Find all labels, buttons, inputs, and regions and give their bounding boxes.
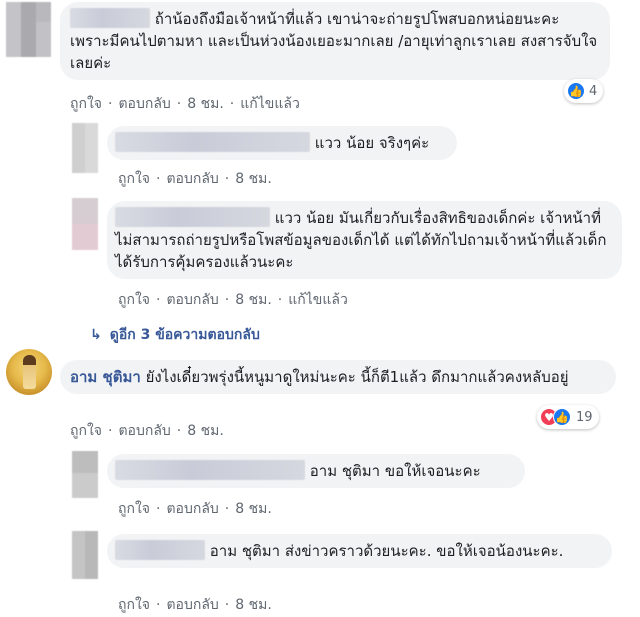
- comment-actions: ถูกใจ · ตอบกลับ · 8 ชม.: [118, 171, 272, 187]
- like-link[interactable]: ถูกใจ: [118, 597, 150, 613]
- blurred-author-name[interactable]: [115, 132, 310, 152]
- avatar[interactable]: [72, 198, 98, 250]
- reaction-summary[interactable]: 👍 4: [564, 79, 604, 103]
- timestamp[interactable]: 8 ชม.: [235, 292, 272, 308]
- like-link[interactable]: ถูกใจ: [70, 423, 102, 439]
- blurred-author-name[interactable]: [115, 460, 305, 480]
- more-replies-label: ดูอีก 3 ข้อความตอบกลับ: [109, 327, 260, 343]
- comment-actions: ถูกใจ · ตอบกลับ · 8 ชม. · แก้ไขแล้ว: [118, 292, 348, 308]
- thumbs-up-icon: 👍: [553, 408, 571, 426]
- reply-link[interactable]: ตอบกลับ: [118, 423, 170, 439]
- reply-link[interactable]: ตอบกลับ: [118, 96, 170, 112]
- avatar[interactable]: [72, 531, 98, 579]
- reaction-count[interactable]: 19: [576, 410, 593, 425]
- like-link[interactable]: ถูกใจ: [118, 501, 150, 517]
- avatar[interactable]: [6, 2, 51, 57]
- author-name[interactable]: อาม ชุติมา: [70, 368, 141, 386]
- comment-text: ยังไงเดี๋ยวพรุ่งนี้หนูมาดูใหม่นะคะ นี้ก็…: [145, 368, 569, 386]
- blurred-author-name[interactable]: [115, 540, 205, 560]
- comment-bubble: อาม ชุติมา ยังไงเดี๋ยวพรุ่งนี้หนูมาดูใหม…: [60, 360, 616, 394]
- comment-bubble: แวว น้อย จริงๆค่ะ: [107, 126, 457, 160]
- reply-link[interactable]: ตอบกลับ: [166, 292, 218, 308]
- comment-text: แวว น้อย จริงๆค่ะ: [314, 134, 430, 152]
- reply-link[interactable]: ตอบกลับ: [166, 597, 218, 613]
- timestamp[interactable]: 8 ชม.: [235, 501, 272, 517]
- comment-text: อาม ชุติมา ส่งข่าวคราวด้วยนะคะ. ขอให้เจอ…: [209, 542, 564, 560]
- reply-link[interactable]: ตอบกลับ: [166, 501, 218, 517]
- comment-actions: ถูกใจ · ตอบกลับ · 8 ชม. · แก้ไขแล้ว: [70, 96, 300, 112]
- comment-bubble: แวว น้อย มันเกี่ยวกับเรื่องสิทธิของเด็กค…: [107, 201, 622, 279]
- view-more-replies[interactable]: ↳ ดูอีก 3 ข้อความตอบกลับ: [90, 324, 260, 346]
- comment-bubble: อาม ชุติมา ขอให้เจอนะคะ: [107, 454, 525, 488]
- edited-link[interactable]: แก้ไขแล้ว: [288, 292, 348, 308]
- reaction-count: 4: [589, 83, 598, 99]
- like-link[interactable]: ถูกใจ: [118, 292, 150, 308]
- like-link[interactable]: ถูกใจ: [70, 96, 102, 112]
- timestamp[interactable]: 8 ชม.: [235, 597, 272, 613]
- edited-link[interactable]: แก้ไขแล้ว: [240, 96, 300, 112]
- reply-arrow-icon: ↳: [90, 327, 102, 343]
- blurred-author-name[interactable]: [70, 8, 150, 28]
- avatar[interactable]: [72, 451, 98, 498]
- like-link[interactable]: ถูกใจ: [118, 171, 150, 187]
- reply-link[interactable]: ตอบกลับ: [166, 171, 218, 187]
- reaction-summary[interactable]: ♥ 👍 19: [537, 405, 599, 429]
- comment-actions: ถูกใจ · ตอบกลับ · 8 ชม.: [118, 501, 272, 517]
- comment-bubble: อาม ชุติมา ส่งข่าวคราวด้วยนะคะ. ขอให้เจอ…: [107, 534, 612, 568]
- avatar[interactable]: [72, 123, 98, 173]
- timestamp[interactable]: 8 ชม.: [187, 423, 224, 439]
- timestamp[interactable]: 8 ชม.: [235, 171, 272, 187]
- avatar[interactable]: [6, 349, 52, 395]
- comment-bubble: ถ้าน้องถึงมือเจ้าหน้าที่แล้ว เขาน่าจะถ่า…: [60, 2, 610, 80]
- blurred-author-name[interactable]: [115, 207, 270, 227]
- comment-actions: ถูกใจ · ตอบกลับ · 8 ชม.: [70, 423, 224, 439]
- comment-actions: ถูกใจ · ตอบกลับ · 8 ชม.: [118, 597, 272, 613]
- thumbs-up-icon: 👍: [567, 82, 585, 100]
- comment-text: อาม ชุติมา ขอให้เจอนะคะ: [309, 462, 481, 480]
- timestamp[interactable]: 8 ชม.: [187, 96, 224, 112]
